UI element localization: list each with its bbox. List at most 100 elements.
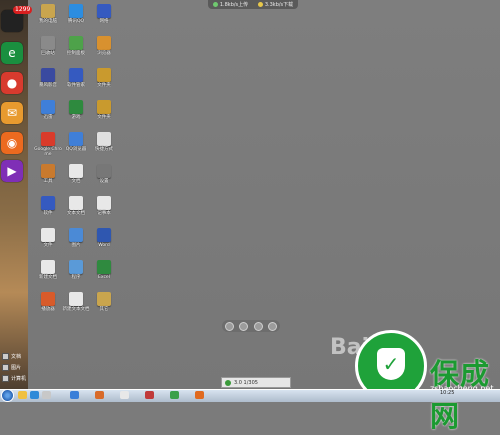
taskbar-item-explorer[interactable] [18, 391, 27, 399]
app-icon [69, 164, 83, 178]
app-icon [41, 292, 55, 306]
game-icon: ◉ [6, 136, 18, 150]
desktop-icon[interactable]: 快捷方式 [88, 132, 120, 152]
media-mini-controls [222, 320, 280, 332]
app-icon [41, 164, 55, 178]
desktop-icon[interactable]: 网络 [88, 4, 120, 24]
prev-button[interactable] [224, 321, 234, 331]
dock-item-game[interactable]: ◉ [1, 132, 23, 154]
upload-icon [212, 2, 218, 7]
app-icon [69, 4, 83, 18]
toolbar-label: 3.0 1/305 [234, 379, 258, 386]
app-icon [41, 4, 55, 18]
desktop-icon[interactable]: 文件夹 [88, 100, 120, 120]
app-icon [97, 196, 111, 210]
dock-item-video[interactable]: ▶ [1, 160, 23, 182]
desktop-icon-label: Word [98, 243, 110, 248]
shield-icon: ✓ [377, 348, 405, 380]
desktop-icon-label: 文件夹 [97, 115, 111, 120]
taskbar-item-orange[interactable] [195, 391, 204, 399]
taskbar-item-app[interactable] [42, 391, 51, 399]
app-icon [41, 260, 55, 274]
app-icon [41, 68, 55, 82]
app-icon [97, 292, 111, 306]
quicklink-label: 图片 [11, 365, 22, 371]
app-icon [69, 68, 83, 82]
quicklink-item[interactable]: 计算机 [2, 374, 28, 383]
taskbar-item-green[interactable] [170, 391, 179, 399]
dock-item-avatar[interactable]: 1299 [1, 6, 33, 32]
desktop-icon-label: 记事本 [97, 211, 111, 216]
app-icon [41, 100, 55, 114]
network-speed-gadget[interactable]: 1.8kb/s上传 3.3kb/s下载 [208, 0, 298, 9]
taskbar-item-qq[interactable] [70, 391, 79, 399]
notification-badge: 1299 [13, 6, 33, 14]
app-icon [69, 292, 83, 306]
app-icon [97, 164, 111, 178]
quicklink-item[interactable]: 文档 [2, 352, 28, 361]
app-icon [97, 132, 111, 146]
desktop-icon-label: Excel [98, 275, 110, 280]
dock-item-mail[interactable]: ✉ [1, 102, 23, 124]
quicklink-item[interactable]: 图片 [2, 363, 28, 372]
folder-icon [2, 364, 9, 371]
desktop-icon[interactable]: Excel [88, 260, 120, 280]
app-icon [69, 36, 83, 50]
desktop-icon[interactable]: 记事本 [88, 196, 120, 216]
taskbar-item-ie[interactable] [30, 391, 39, 399]
tray-clock[interactable]: 10:25 [440, 390, 454, 396]
download-speed-text: 3.3kb/s下载 [264, 2, 294, 8]
desktop-icon[interactable]: 其它 [88, 292, 120, 312]
app-icon [97, 100, 111, 114]
folder-icon [2, 353, 9, 360]
upload-speed: 1.8kb/s上传 [212, 1, 249, 8]
taskbar-item-doc[interactable] [120, 391, 129, 399]
download-speed: 3.3kb/s下载 [257, 1, 294, 8]
desktop-icon-label: 文件夹 [97, 83, 111, 88]
video-icon: ▶ [7, 164, 17, 178]
taskbar-item-red[interactable] [145, 391, 154, 399]
status-icon [225, 379, 231, 386]
app-icon [97, 68, 111, 82]
computer-icon [2, 375, 9, 382]
stop-button[interactable] [268, 321, 278, 331]
upload-speed-text: 1.8kb/s上传 [219, 2, 249, 8]
desktop-icon[interactable]: 设置 [88, 164, 120, 184]
check-icon: ✓ [382, 352, 400, 376]
desktop-icon[interactable]: 浏览器 [88, 36, 120, 56]
dock-item-red-app[interactable]: ● [1, 72, 23, 94]
app-icon [69, 260, 83, 274]
desktop-icon-label: 设置 [99, 179, 109, 184]
app-icon [97, 260, 111, 274]
app-icon [97, 4, 111, 18]
app-icon [41, 228, 55, 242]
desktop-icon[interactable]: Word [88, 228, 120, 248]
desktop-icon-label: 快捷方式 [95, 147, 113, 152]
taskbar-item-player[interactable] [95, 391, 104, 399]
quicklinks-panel: 文档 图片 计算机 [2, 352, 28, 385]
app-icon [41, 36, 55, 50]
app-icon [41, 132, 55, 146]
mail-icon: ✉ [6, 106, 18, 120]
quicklink-label: 文档 [11, 354, 22, 360]
app-icon [69, 228, 83, 242]
app-icon [69, 132, 83, 146]
start-button[interactable] [1, 389, 14, 402]
desktop-icon-label: 浏览器 [97, 51, 111, 56]
quicklink-label: 计算机 [11, 376, 27, 382]
dock-item-browser[interactable]: e [1, 42, 23, 64]
app-icon [69, 100, 83, 114]
app-icon [41, 196, 55, 210]
download-icon [257, 2, 263, 7]
desktop-icon-label: 其它 [99, 307, 109, 312]
play-button[interactable] [239, 321, 249, 331]
app-icon [69, 196, 83, 210]
app-icon [97, 36, 111, 50]
browser-icon: e [8, 46, 16, 60]
red-app-icon: ● [6, 76, 18, 90]
app-icon [97, 228, 111, 242]
next-button[interactable] [253, 321, 263, 331]
desktop-icon[interactable]: 文件夹 [88, 68, 120, 88]
floating-toolbar[interactable]: 3.0 1/305 [221, 377, 291, 388]
desktop-icon-label: 网络 [99, 19, 109, 24]
